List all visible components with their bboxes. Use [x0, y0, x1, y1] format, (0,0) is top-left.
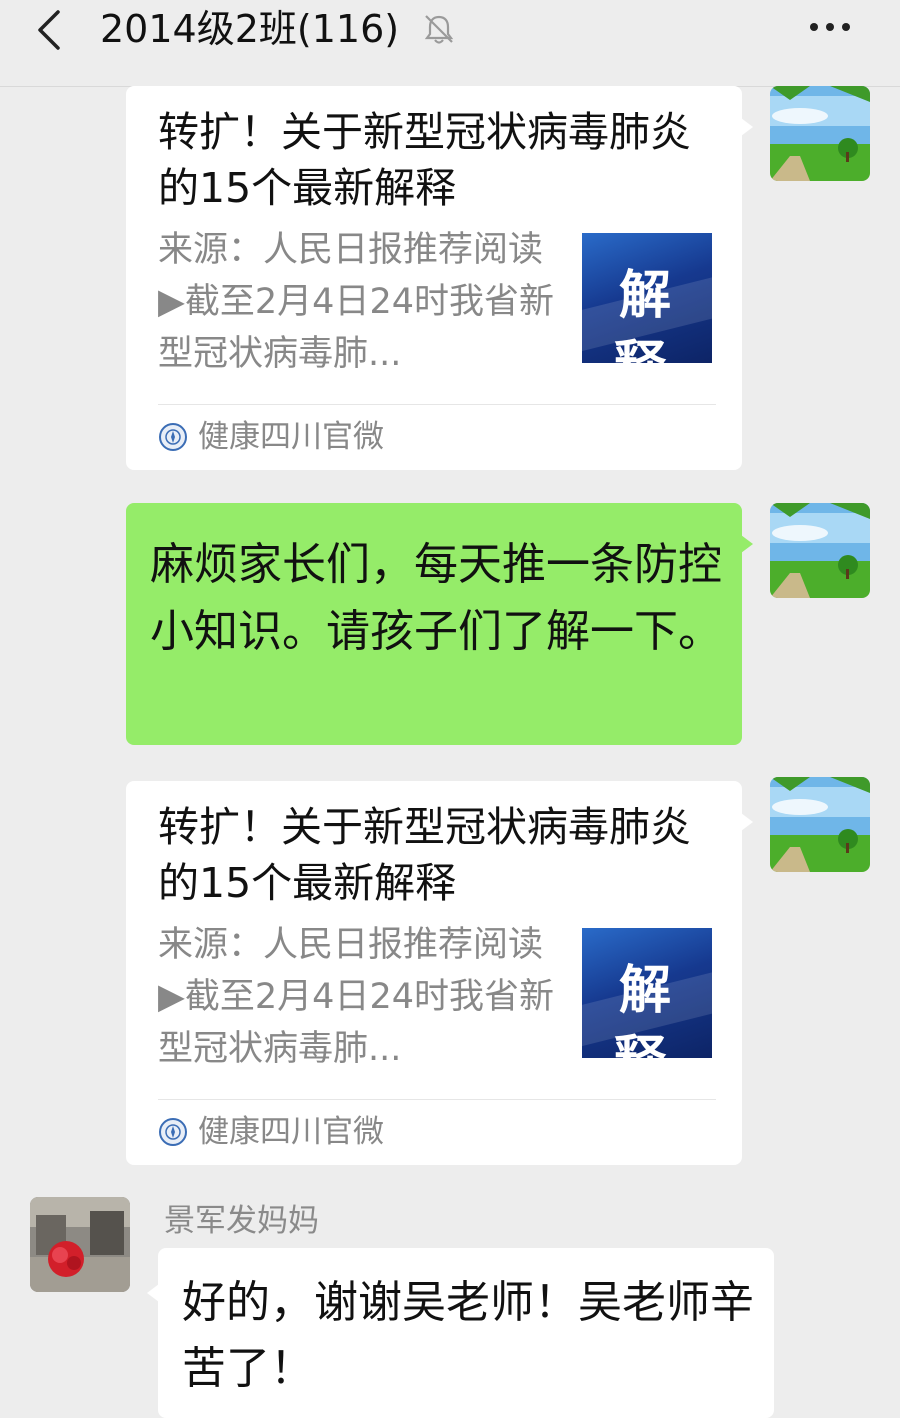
- link-card-title: 转扩！关于新型冠状病毒肺炎的15个最新解释: [158, 108, 691, 212]
- link-card-thumbnail: 解 释: [582, 928, 712, 1058]
- official-account-logo-icon: [159, 423, 187, 451]
- self-avatar[interactable]: [770, 503, 870, 598]
- thumbnail-text: 解 释: [614, 960, 685, 1058]
- more-dots-icon[interactable]: [808, 20, 852, 34]
- link-card[interactable]: 转扩！关于新型冠状病毒肺炎的15个最新解释 来源：人民日报推荐阅读▶截至2月4日…: [126, 86, 753, 470]
- link-card-source: 健康四川官微: [198, 419, 384, 455]
- message-text: 好的，谢谢吴老师！吴老师辛苦了！: [182, 1277, 754, 1394]
- chat-title: 2014级2班(116): [100, 7, 400, 51]
- link-card-description: 来源：人民日报推荐阅读▶截至2月4日24时我省新型冠状病毒肺...: [158, 925, 554, 1069]
- sender-name: 景军发妈妈: [164, 1203, 319, 1239]
- link-card-source: 健康四川官微: [198, 1114, 384, 1150]
- bell-slash-icon: [424, 15, 454, 44]
- photo-avatar-image: [30, 1197, 130, 1292]
- self-avatar[interactable]: [770, 86, 870, 181]
- divider: [158, 1099, 716, 1100]
- link-card-description: 来源：人民日报推荐阅读▶截至2月4日24时我省新型冠状病毒肺...: [158, 230, 554, 374]
- thumbnail-text: 解 释: [614, 265, 685, 363]
- chevron-left-icon[interactable]: [32, 8, 72, 52]
- sent-text-bubble[interactable]: 麻烦家长们，每天推一条防控小知识。请孩子们了解一下。: [126, 503, 753, 745]
- link-card-title: 转扩！关于新型冠状病毒肺炎的15个最新解释: [158, 803, 691, 907]
- link-card[interactable]: 转扩！关于新型冠状病毒肺炎的15个最新解释 来源：人民日报推荐阅读▶截至2月4日…: [126, 781, 753, 1165]
- sender-avatar[interactable]: [30, 1197, 130, 1292]
- divider: [158, 404, 716, 405]
- self-avatar[interactable]: [770, 777, 870, 872]
- landscape-avatar-image: [770, 777, 870, 872]
- message-text: 麻烦家长们，每天推一条防控小知识。请孩子们了解一下。: [150, 539, 722, 657]
- received-text-bubble[interactable]: 好的，谢谢吴老师！吴老师辛苦了！: [147, 1248, 774, 1418]
- landscape-avatar-image: [770, 503, 870, 598]
- link-card-thumbnail: 解 释: [582, 233, 712, 363]
- chat-header: 2014级2班(116): [0, 0, 900, 87]
- official-account-logo-icon: [159, 1118, 187, 1146]
- landscape-avatar-image: [770, 86, 870, 181]
